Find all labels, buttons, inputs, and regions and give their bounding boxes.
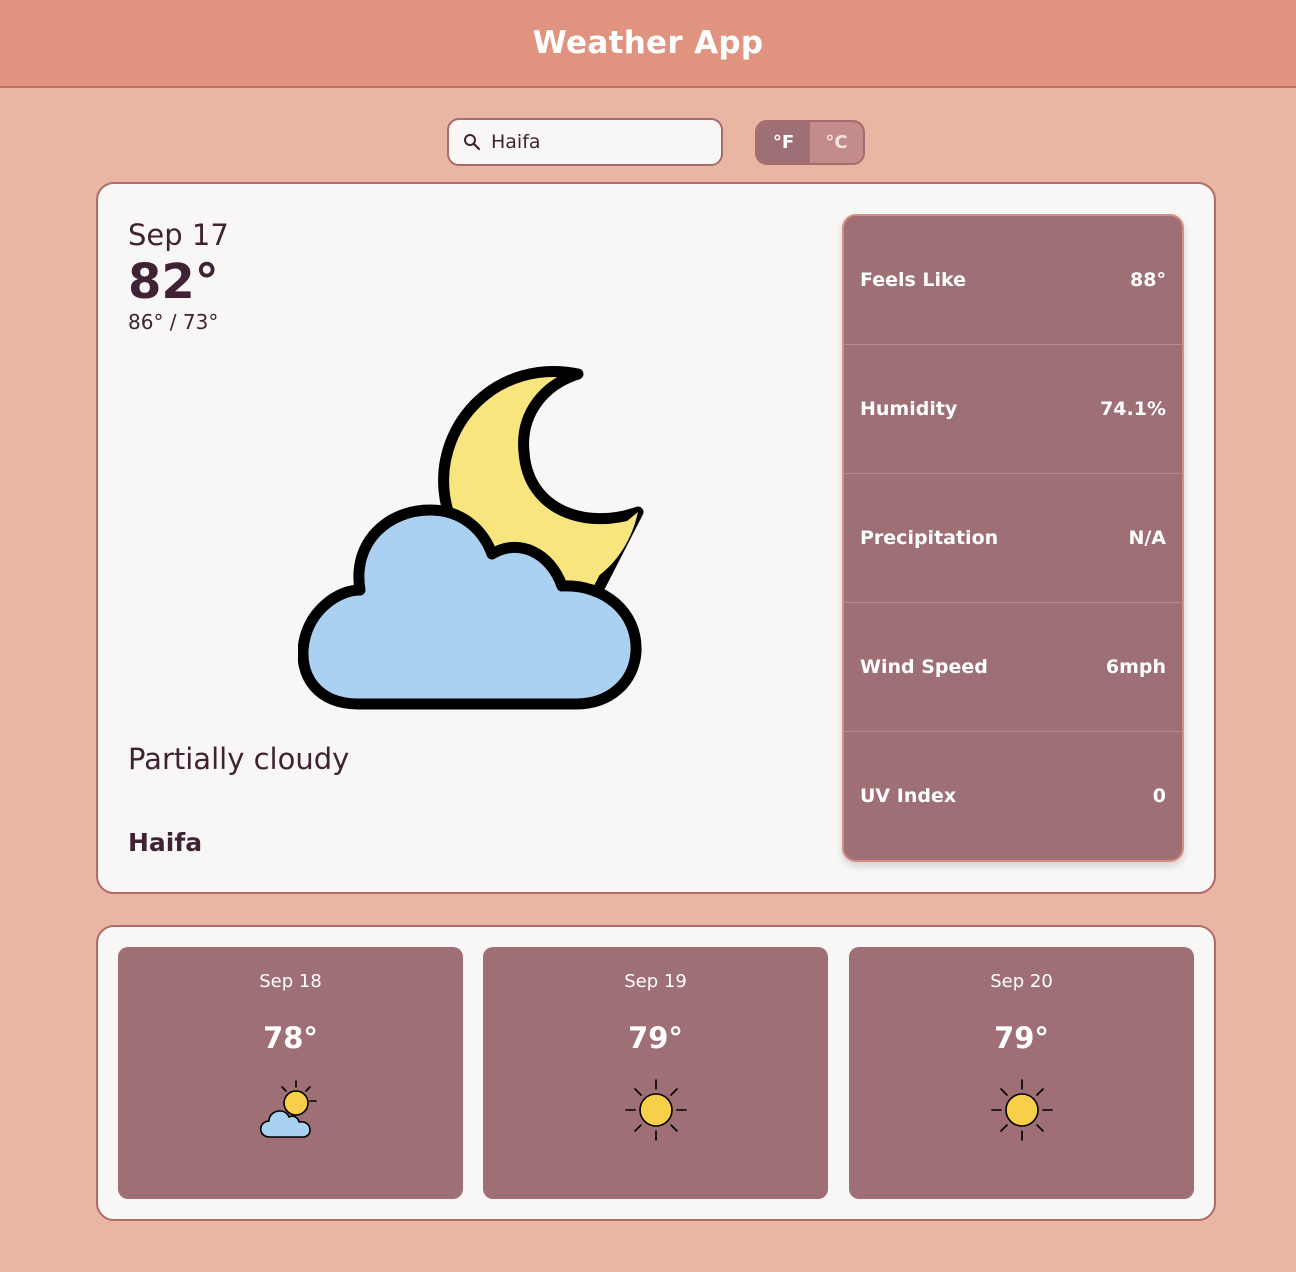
stat-label: Humidity xyxy=(860,398,958,420)
sun-icon xyxy=(625,1079,687,1141)
stat-label: UV Index xyxy=(860,785,957,807)
app-header: Weather App xyxy=(0,0,1296,88)
forecast-day-card[interactable]: Sep 20 79° xyxy=(849,947,1194,1199)
celsius-button[interactable]: °C xyxy=(810,122,863,163)
stat-label: Feels Like xyxy=(860,269,967,291)
high-low-temperature: 86° / 73° xyxy=(128,310,219,334)
forecast-day-card[interactable]: Sep 18 78° xyxy=(118,947,463,1199)
unit-toggle[interactable]: °F °C xyxy=(755,120,865,165)
weather-stats-panel: Feels Like 88° Humidity 74.1% Precipitat… xyxy=(842,214,1184,862)
forecast-section: Sep 18 78° Sep 19 79° Sep 20 79° xyxy=(96,925,1216,1221)
stat-value: 0 xyxy=(1152,785,1166,807)
stat-uv-index: UV Index 0 xyxy=(844,732,1182,860)
forecast-date: Sep 20 xyxy=(990,971,1053,992)
stat-label: Wind Speed xyxy=(860,656,988,678)
condition-text: Partially cloudy xyxy=(128,742,350,776)
search-input[interactable] xyxy=(491,131,711,153)
stat-humidity: Humidity 74.1% xyxy=(844,345,1182,474)
search-box[interactable] xyxy=(447,118,723,166)
partly-cloudy-day-icon xyxy=(259,1080,317,1138)
stat-value: N/A xyxy=(1128,527,1166,549)
stat-value: 6mph xyxy=(1105,656,1166,678)
forecast-temperature: 79° xyxy=(994,1021,1049,1055)
stat-wind-speed: Wind Speed 6mph xyxy=(844,603,1182,732)
partly-cloudy-night-icon xyxy=(298,366,644,710)
city-name: Haifa xyxy=(128,828,203,857)
current-date: Sep 17 xyxy=(128,218,229,252)
forecast-day-card[interactable]: Sep 19 79° xyxy=(483,947,828,1199)
stat-label: Precipitation xyxy=(860,527,999,549)
forecast-date: Sep 19 xyxy=(624,971,687,992)
stat-value: 88° xyxy=(1130,269,1166,291)
fahrenheit-button[interactable]: °F xyxy=(757,122,810,163)
sun-icon xyxy=(991,1079,1053,1141)
search-icon xyxy=(464,134,481,151)
forecast-date: Sep 18 xyxy=(259,971,322,992)
forecast-temperature: 78° xyxy=(263,1021,318,1055)
stat-value: 74.1% xyxy=(1100,398,1166,420)
app-title: Weather App xyxy=(532,25,764,61)
stat-precipitation: Precipitation N/A xyxy=(844,474,1182,603)
stat-feels-like: Feels Like 88° xyxy=(844,216,1182,345)
current-weather-card: Sep 17 82° 86° / 73° Partially cloudy Ha… xyxy=(96,182,1216,894)
forecast-temperature: 79° xyxy=(628,1021,683,1055)
current-temperature: 82° xyxy=(128,254,219,310)
